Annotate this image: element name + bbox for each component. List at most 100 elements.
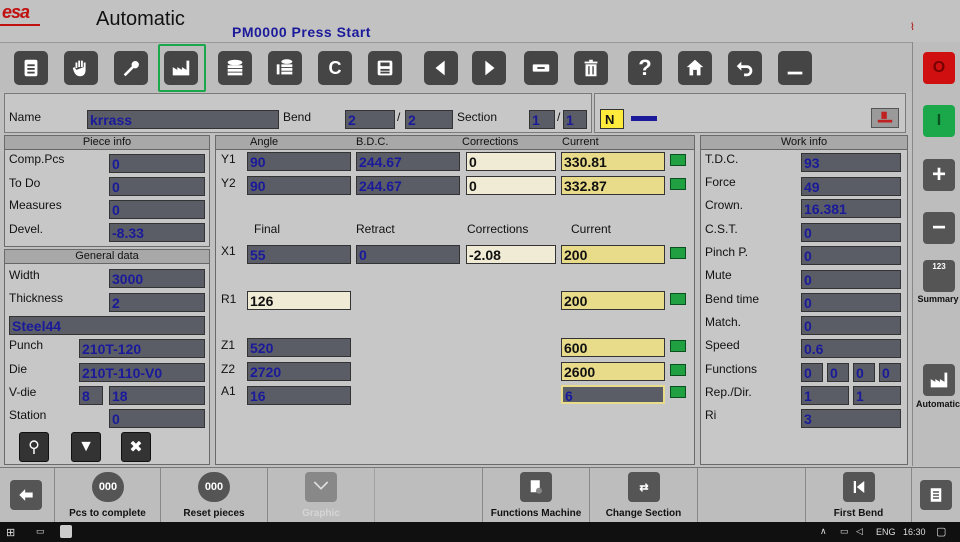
functions-field-4[interactable]: 0 (879, 363, 901, 382)
z2-final-field[interactable]: 2720 (247, 362, 351, 381)
speed-field[interactable]: 0.6 (801, 339, 901, 358)
z1-label: Z1 (221, 338, 236, 352)
tdc-field[interactable]: 93 (801, 153, 901, 172)
match-field[interactable]: 0 (801, 316, 901, 335)
punch-field[interactable]: 210T-120 (79, 339, 205, 358)
force-field[interactable]: 49 (801, 177, 901, 196)
minimize-icon[interactable] (778, 51, 812, 85)
x1-retract-field[interactable]: 0 (356, 245, 460, 264)
thickness-field[interactable]: 2 (109, 293, 205, 312)
prev-icon[interactable] (424, 51, 458, 85)
x1-corr-field[interactable]: -2.08 (466, 245, 556, 264)
reset-counter-icon: 000 (198, 472, 230, 502)
c-icon[interactable]: C (318, 51, 352, 85)
database-icon[interactable] (268, 51, 302, 85)
todo-field[interactable]: 0 (109, 177, 205, 196)
summary-icon[interactable]: 123 (923, 260, 955, 292)
automatic-icon[interactable] (923, 364, 955, 396)
help-icon[interactable]: ? (628, 51, 662, 85)
y2-bdc-field[interactable]: 244.67 (356, 176, 460, 195)
list-button[interactable] (912, 468, 960, 523)
bend-time-field[interactable]: 0 (801, 293, 901, 312)
machine-icon[interactable] (871, 108, 899, 128)
summary-label[interactable]: Summary (915, 294, 960, 304)
x1-final-field[interactable]: 55 (247, 245, 351, 264)
a1-final-field[interactable]: 16 (247, 386, 351, 405)
vdie-b-field[interactable]: 18 (109, 386, 205, 405)
station-field[interactable]: 0 (109, 409, 205, 428)
logo-underline (0, 24, 40, 26)
section-total-field: 1 (563, 110, 587, 129)
document-icon[interactable] (14, 51, 48, 85)
windows-start-icon[interactable]: ⊞ (6, 526, 15, 539)
z1-status-led (670, 340, 686, 352)
notifications-icon[interactable]: ▢ (936, 525, 946, 538)
functions-machine-button[interactable]: Functions Machine (483, 468, 590, 523)
home-icon[interactable] (678, 51, 712, 85)
next-icon[interactable] (472, 51, 506, 85)
y1-corr-field[interactable]: 0 (466, 152, 556, 171)
pcs-to-complete-button[interactable]: 000 Pcs to complete (55, 468, 161, 523)
functions-field-3[interactable]: 0 (853, 363, 875, 382)
automatic-label[interactable]: Automatic (915, 399, 960, 409)
functions-field-1[interactable]: 0 (801, 363, 823, 382)
material-field[interactable]: Steel44 (9, 316, 205, 335)
y2-angle-field[interactable]: 90 (247, 176, 351, 195)
reset-pieces-button[interactable]: 000 Reset pieces (161, 468, 268, 523)
cst-field[interactable]: 0 (801, 223, 901, 242)
minus-button[interactable]: − (923, 212, 955, 244)
graphic-button[interactable]: Graphic (268, 468, 375, 523)
die-field[interactable]: 210T-110-V0 (79, 363, 205, 382)
y1-bdc-field[interactable]: 244.67 (356, 152, 460, 171)
z2-status-led (670, 364, 686, 376)
mute-field[interactable]: 0 (801, 270, 901, 289)
ri-field[interactable]: 3 (801, 409, 901, 428)
network-icon[interactable]: ▭ (840, 526, 849, 537)
vdie-a-field[interactable]: 8 (79, 386, 103, 405)
repdir-field-1[interactable]: 1 (801, 386, 849, 405)
clock[interactable]: 16:30 (903, 527, 926, 537)
back-button[interactable] (0, 468, 55, 523)
measures-field[interactable]: 0 (109, 200, 205, 219)
factory-icon[interactable] (164, 51, 198, 85)
crown-field[interactable]: 16.381 (801, 199, 901, 218)
minus-rect-icon[interactable] (524, 51, 558, 85)
save-icon[interactable] (368, 51, 402, 85)
section-field[interactable]: 1 (529, 110, 555, 129)
punch-label: Punch (9, 338, 44, 352)
tool-upper-icon[interactable]: ⚲ (19, 432, 49, 462)
first-bend-button[interactable]: First Bend (806, 468, 912, 523)
undo-icon[interactable] (728, 51, 762, 85)
stop-button[interactable]: O (923, 52, 955, 84)
task-view-icon[interactable]: ▭ (36, 526, 45, 537)
punch-tool-icon[interactable]: ▼ (71, 432, 101, 462)
plus-button[interactable]: + (923, 159, 955, 191)
name-field[interactable]: krrass (87, 110, 279, 129)
disk-stack-icon[interactable] (218, 51, 252, 85)
change-section-button[interactable]: ⇄ Change Section (590, 468, 698, 523)
hand-icon[interactable] (64, 51, 98, 85)
comp-pcs-field[interactable]: 0 (109, 154, 205, 173)
r1-final-field[interactable]: 126 (247, 291, 351, 310)
z1-final-field[interactable]: 520 (247, 338, 351, 357)
devel-field[interactable]: -8.33 (109, 223, 205, 242)
volume-icon[interactable]: ◁ (856, 526, 863, 537)
progress-indicator (631, 116, 657, 121)
tray-up-icon[interactable]: ∧ (820, 526, 827, 537)
die-label: Die (9, 362, 28, 376)
y2-corr-field[interactable]: 0 (466, 176, 556, 195)
pinch-field[interactable]: 0 (801, 246, 901, 265)
remove-tool-icon[interactable]: ✖ (121, 432, 151, 462)
wrench-icon[interactable] (114, 51, 148, 85)
trash-icon[interactable] (574, 51, 608, 85)
start-button[interactable]: I (923, 105, 955, 137)
section-slash: / (557, 110, 561, 124)
y1-angle-field[interactable]: 90 (247, 152, 351, 171)
app-taskbar-icon[interactable] (60, 525, 72, 538)
bend-field[interactable]: 2 (345, 110, 395, 129)
functions-field-2[interactable]: 0 (827, 363, 849, 382)
repdir-field-2[interactable]: 1 (853, 386, 901, 405)
list-icon (920, 480, 952, 510)
width-field[interactable]: 3000 (109, 269, 205, 288)
language-indicator[interactable]: ENG (876, 527, 896, 537)
